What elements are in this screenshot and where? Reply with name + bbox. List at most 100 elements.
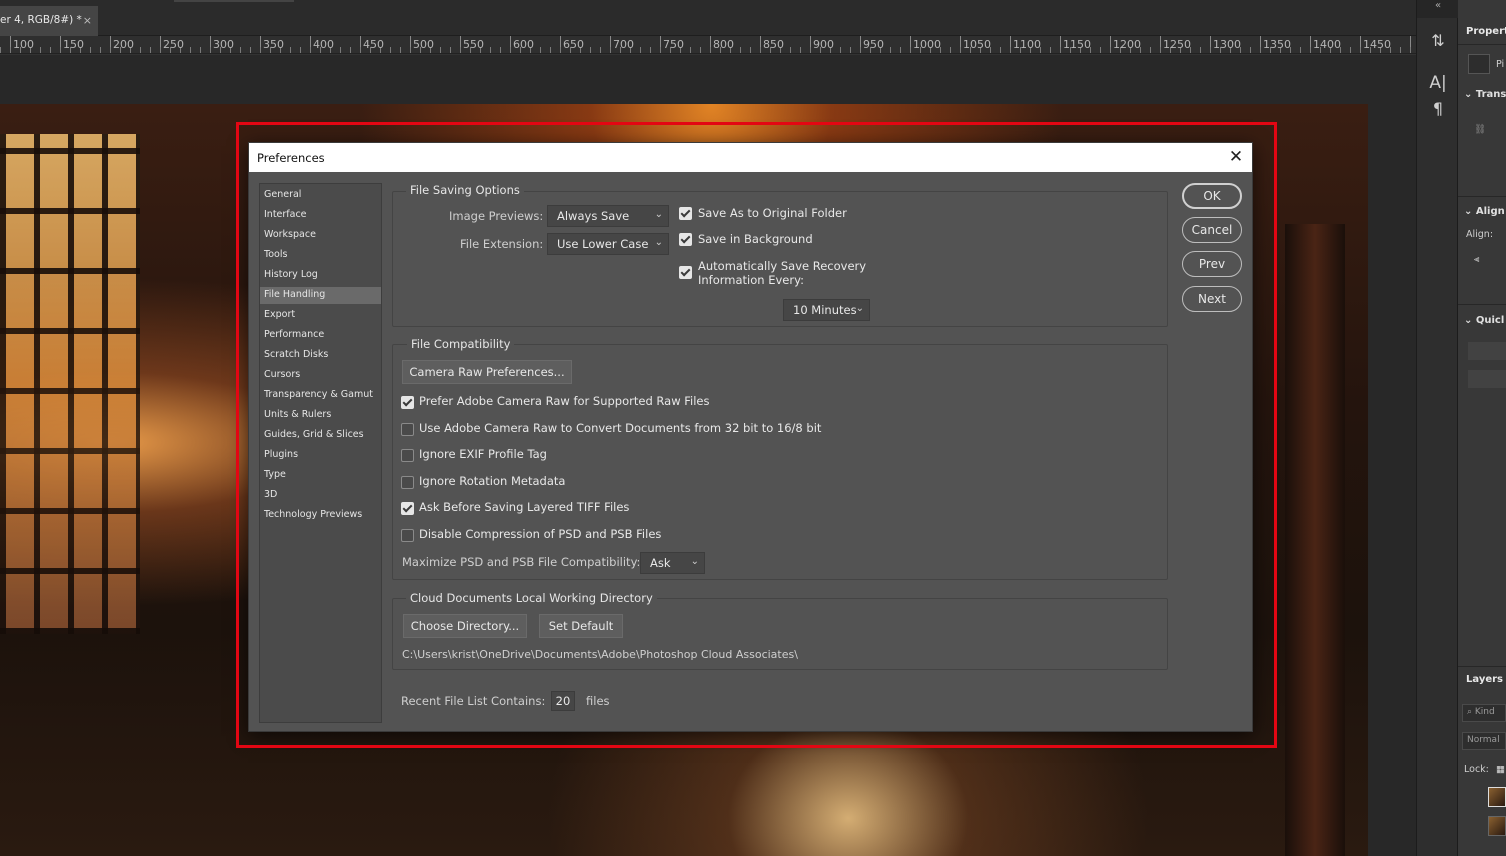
align-left-icon[interactable]: ⫷: [1474, 254, 1479, 265]
ruler-label: 1150: [1063, 38, 1091, 51]
auto-save-recovery-label: Automatically Save Recovery: [698, 259, 867, 273]
auto-save-recovery-checkbox[interactable]: [679, 266, 692, 279]
ignore-rotation-checkbox[interactable]: [401, 476, 414, 489]
use-acr-convert-checkbox[interactable]: [401, 423, 414, 436]
horizontal-ruler: 100 150 200 250 300 350 400 450 500 550 …: [0, 36, 1416, 54]
recent-files-label: Recent File List Contains:: [401, 694, 546, 708]
nav-item-units-rulers[interactable]: Units & Rulers: [260, 407, 381, 424]
ask-tiff-checkbox[interactable]: [401, 502, 414, 515]
chevron-down-icon: ⌄: [1464, 206, 1476, 217]
ruler-label: 850: [763, 38, 784, 51]
next-button[interactable]: Next: [1182, 286, 1242, 312]
quick-actions-label: Quicl: [1475, 315, 1505, 326]
image-previews-select[interactable]: Always Save ⌄: [547, 205, 669, 227]
cancel-button[interactable]: Cancel: [1182, 217, 1242, 243]
prefer-acr-label: Prefer Adobe Camera Raw for Supported Ra…: [419, 394, 710, 408]
blend-mode-select[interactable]: Normal: [1462, 732, 1506, 750]
save-as-original-checkbox[interactable]: [679, 207, 692, 220]
ruler-label: 1200: [1113, 38, 1141, 51]
maximize-compatibility-select[interactable]: Ask ⌄: [640, 552, 705, 574]
dialog-title-bar[interactable]: Preferences ✕: [249, 143, 1252, 172]
chevron-down-icon: ⌄: [855, 303, 864, 314]
chevron-down-icon: ⌄: [654, 209, 663, 220]
nav-item-scratch-disks[interactable]: Scratch Disks: [260, 347, 381, 364]
nav-item-interface[interactable]: Interface: [260, 207, 381, 224]
nav-item-history-log[interactable]: History Log: [260, 267, 381, 284]
ruler-label: 500: [413, 38, 434, 51]
layer-thumbnail[interactable]: [1488, 816, 1506, 836]
layer-thumbnail[interactable]: [1488, 787, 1506, 807]
ruler-label: 600: [513, 38, 534, 51]
ruler-label: 250: [163, 38, 184, 51]
collapse-panels-icon[interactable]: «: [1417, 0, 1459, 18]
properties-title: Properti: [1466, 26, 1506, 37]
panel-divider: [1458, 304, 1506, 305]
save-in-background-checkbox[interactable]: [679, 233, 692, 246]
document-tab[interactable]: er 4, RGB/8#) * ×: [0, 6, 98, 36]
lock-label: Lock:: [1464, 764, 1489, 775]
character-panel-icon[interactable]: A|: [1427, 72, 1449, 94]
transform-section[interactable]: ⌄ Trans: [1464, 89, 1506, 100]
nav-item-tools[interactable]: Tools: [260, 247, 381, 264]
ruler-label: 450: [363, 38, 384, 51]
panel-icon-strip: « ⇅ A| ¶: [1416, 0, 1459, 856]
nav-item-workspace[interactable]: Workspace: [260, 227, 381, 244]
ruler-label: 1050: [963, 38, 991, 51]
ruler-label: 800: [713, 38, 734, 51]
panel-divider: [1458, 666, 1506, 667]
prev-button[interactable]: Prev: [1182, 251, 1242, 277]
ruler-label: 900: [813, 38, 834, 51]
auto-save-interval-select[interactable]: 10 Minutes ⌄: [783, 299, 870, 321]
link-icon[interactable]: ⛓: [1474, 124, 1486, 135]
nav-item-file-handling[interactable]: File Handling: [260, 287, 381, 304]
use-acr-convert-label: Use Adobe Camera Raw to Convert Document…: [419, 421, 822, 435]
ask-tiff-label: Ask Before Saving Layered TIFF Files: [419, 500, 630, 514]
paragraph-panel-icon[interactable]: ¶: [1427, 98, 1449, 120]
quick-action-button[interactable]: [1468, 342, 1506, 360]
ignore-exif-checkbox[interactable]: [401, 449, 414, 462]
close-icon[interactable]: ✕: [1226, 147, 1246, 167]
dialog-title: Preferences: [257, 151, 325, 165]
nav-item-3d[interactable]: 3D: [260, 487, 381, 504]
prefer-acr-checkbox[interactable]: [401, 396, 414, 409]
image-window-detail: [0, 134, 140, 634]
properties-panel: Properti Pi ⌄ Trans ⛓ ⌄ Align Align: ⫷ ⌄…: [1458, 0, 1506, 856]
file-extension-select[interactable]: Use Lower Case ⌄: [547, 233, 669, 255]
close-tab-icon[interactable]: ×: [83, 14, 92, 27]
quick-actions-section[interactable]: ⌄ Quicl: [1464, 315, 1504, 326]
quick-action-button[interactable]: [1468, 370, 1506, 388]
ruler-label: 350: [263, 38, 284, 51]
tab-divider: [174, 0, 294, 2]
ruler-label: 1450: [1363, 38, 1391, 51]
nav-item-plugins[interactable]: Plugins: [260, 447, 381, 464]
nav-item-guides-grid-slices[interactable]: Guides, Grid & Slices: [260, 427, 381, 444]
set-default-button[interactable]: Set Default: [539, 614, 623, 638]
nav-item-technology-previews[interactable]: Technology Previews: [260, 507, 381, 524]
nav-item-cursors[interactable]: Cursors: [260, 367, 381, 384]
nav-item-general[interactable]: General: [260, 187, 381, 204]
file-saving-title: File Saving Options: [406, 183, 524, 197]
image-previews-label: Image Previews:: [449, 209, 544, 223]
layers-tab[interactable]: Layers: [1466, 674, 1503, 685]
align-section[interactable]: ⌄ Align: [1464, 206, 1505, 217]
disable-compression-checkbox[interactable]: [401, 529, 414, 542]
nav-item-performance[interactable]: Performance: [260, 327, 381, 344]
nav-item-type[interactable]: Type: [260, 467, 381, 484]
ruler-label: 1350: [1263, 38, 1291, 51]
nav-item-export[interactable]: Export: [260, 307, 381, 324]
history-panel-icon[interactable]: ⇅: [1427, 30, 1449, 52]
lock-transparent-icon[interactable]: ▦: [1496, 764, 1505, 775]
recent-files-count-input[interactable]: 20: [551, 691, 575, 711]
search-icon: ⌕: [1467, 707, 1475, 717]
save-as-original-label: Save As to Original Folder: [698, 206, 847, 220]
ruler-label: 200: [113, 38, 134, 51]
layer-kind-label: Kind: [1474, 707, 1495, 717]
document-tab-bar: er 4, RGB/8#) * ×: [0, 0, 1416, 36]
camera-raw-preferences-button[interactable]: Camera Raw Preferences...: [402, 360, 572, 384]
choose-directory-button[interactable]: Choose Directory...: [403, 614, 527, 638]
preferences-dialog: Preferences ✕ General Interface Workspac…: [248, 142, 1253, 732]
panel-divider: [1458, 44, 1506, 45]
nav-item-transparency-gamut[interactable]: Transparency & Gamut: [260, 387, 381, 404]
ok-button[interactable]: OK: [1182, 183, 1242, 209]
layer-kind-filter[interactable]: ⌕ Kind: [1462, 704, 1506, 722]
